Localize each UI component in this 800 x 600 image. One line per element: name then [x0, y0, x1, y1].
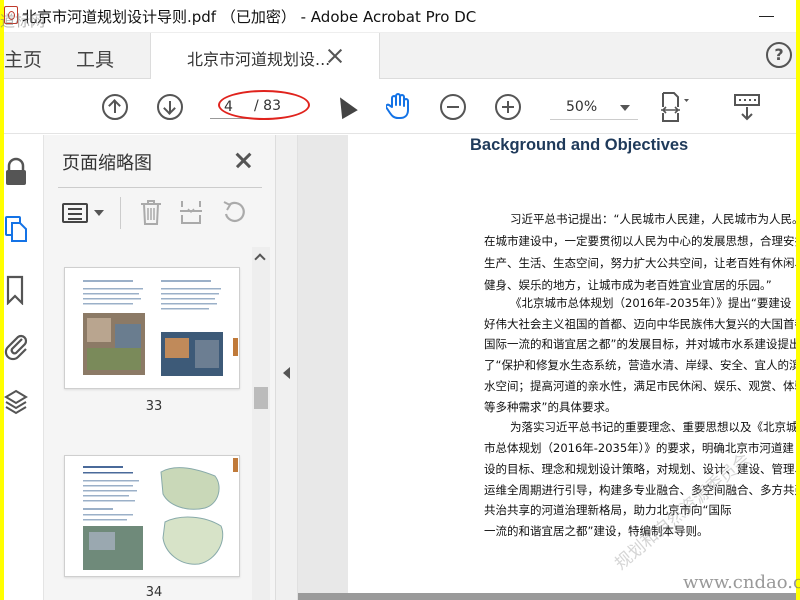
document-view[interactable]: Background and Objectives 习近平总书记提出：“人民城市… — [298, 135, 796, 600]
document-line: 好伟大社会主义祖国的首都、迈向中华民族伟大复兴的大国首都 — [484, 317, 796, 331]
collapse-arrow-icon[interactable] — [283, 367, 290, 379]
help-icon[interactable]: ? — [766, 42, 792, 68]
page-boundary — [298, 593, 796, 600]
close-tab-icon[interactable] — [324, 45, 346, 67]
attachment-icon[interactable] — [4, 331, 32, 361]
left-rail — [4, 135, 44, 600]
page-thumbnail[interactable] — [64, 267, 240, 389]
extract-page-icon[interactable] — [178, 197, 206, 227]
keyboard-icon[interactable] — [734, 93, 760, 121]
chevron-down-icon — [620, 105, 630, 111]
window-title: 北京市河道规划设计导则.pdf （已加密） - Adobe Acrobat Pr… — [22, 8, 477, 26]
red-annotation-circle — [218, 90, 310, 120]
close-panel-icon[interactable] — [234, 151, 252, 169]
document-line: 习近平总书记提出：“人民城市人民建，人民城市为人民。 — [510, 212, 796, 226]
acrobat-window: 北京市河道规划设计导则.pdf （已加密） - Adobe Acrobat Pr… — [4, 0, 796, 600]
tab-tools[interactable]: 工具 — [76, 45, 114, 72]
page-thumbnails-icon[interactable] — [4, 215, 32, 245]
document-line: 《北京城市总体规划（2016年-2035年）》提出“要建设 — [510, 296, 792, 310]
panel-title: 页面缩略图 — [62, 153, 152, 174]
previous-page-button[interactable] — [102, 94, 128, 120]
document-line: 运维全周期进行引导，构建多专业融合、多空间融合、多方共建 — [484, 483, 796, 497]
scroll-up-icon[interactable] — [254, 253, 266, 265]
select-cursor-icon[interactable] — [332, 92, 358, 120]
document-page: Background and Objectives 习近平总书记提出：“人民城市… — [348, 135, 796, 593]
hand-tool-icon[interactable] — [385, 92, 412, 120]
document-line: 生产、生活、生态空间，努力扩大公共空间，让老百姓有休闲、 — [484, 256, 796, 270]
document-line: 水空间；提高河道的亲水性，满足市民休闲、娱乐、观赏、体验 — [484, 379, 796, 393]
document-line: 了“保护和修复水生态系统，营造水清、岸绿、安全、宜人的滨 — [484, 358, 796, 372]
options-menu-icon — [62, 203, 88, 223]
document-line: 市总体规划（2016年-2035年）》的要求，明确北京市河道建 — [484, 441, 794, 455]
zoom-out-button[interactable] — [440, 94, 466, 120]
document-line: 在城市建设中，一定要贯彻以人民为中心的发展思想，合理安排 — [484, 234, 796, 248]
thumbnail-scrollbar[interactable] — [252, 247, 270, 600]
toolbar-separator — [120, 197, 121, 229]
fit-page-icon[interactable] — [660, 91, 690, 123]
panel-divider — [58, 187, 262, 188]
site-watermark-top: 道标网 — [0, 12, 46, 30]
tab-document-label: 北京市河道规划设... — [187, 50, 331, 69]
tab-home[interactable]: 主页 — [4, 45, 42, 72]
toolbar: / 83 50% — [4, 80, 796, 134]
thumbnail-page-number: 34 — [145, 585, 163, 600]
thumbnail-page-number: 33 — [145, 399, 163, 414]
chevron-down-icon — [94, 210, 104, 216]
page-thumbnails-panel: 页面缩略图 33 34 — [44, 135, 276, 600]
site-watermark-bottom: www.cndao.com — [683, 572, 800, 593]
document-line: 国际一流的和谐宜居之都”的发展目标，并对城市水系建设提出 — [484, 337, 796, 351]
layers-icon[interactable] — [4, 389, 32, 419]
zoom-in-button[interactable] — [495, 94, 521, 120]
page-thumbnail[interactable] — [64, 455, 240, 577]
minimize-button[interactable] — [746, 0, 792, 33]
document-line: 等多种需求”的具体要求。 — [484, 400, 617, 414]
delete-page-icon[interactable] — [138, 197, 166, 227]
panel-collapse-strip[interactable] — [276, 135, 298, 600]
zoom-dropdown[interactable]: 50% — [550, 94, 638, 120]
document-heading: Background and Objectives — [470, 136, 689, 154]
zoom-value: 50% — [566, 99, 598, 115]
document-line: 为落实习近平总书记的重要理念、重要思想以及《北京城 — [510, 420, 796, 434]
lock-icon[interactable] — [4, 157, 32, 187]
tab-bar: 主页 工具 北京市河道规划设... ? — [4, 33, 796, 79]
bookmark-icon[interactable] — [4, 275, 32, 306]
rotate-page-icon[interactable] — [220, 197, 250, 227]
document-line: 健身、娱乐的地方，让城市成为老百姓宜业宜居的乐园。” — [484, 278, 772, 292]
title-bar: 北京市河道规划设计导则.pdf （已加密） - Adobe Acrobat Pr… — [4, 0, 796, 33]
next-page-button[interactable] — [157, 94, 183, 120]
thumbnail-options-button[interactable] — [62, 197, 108, 227]
